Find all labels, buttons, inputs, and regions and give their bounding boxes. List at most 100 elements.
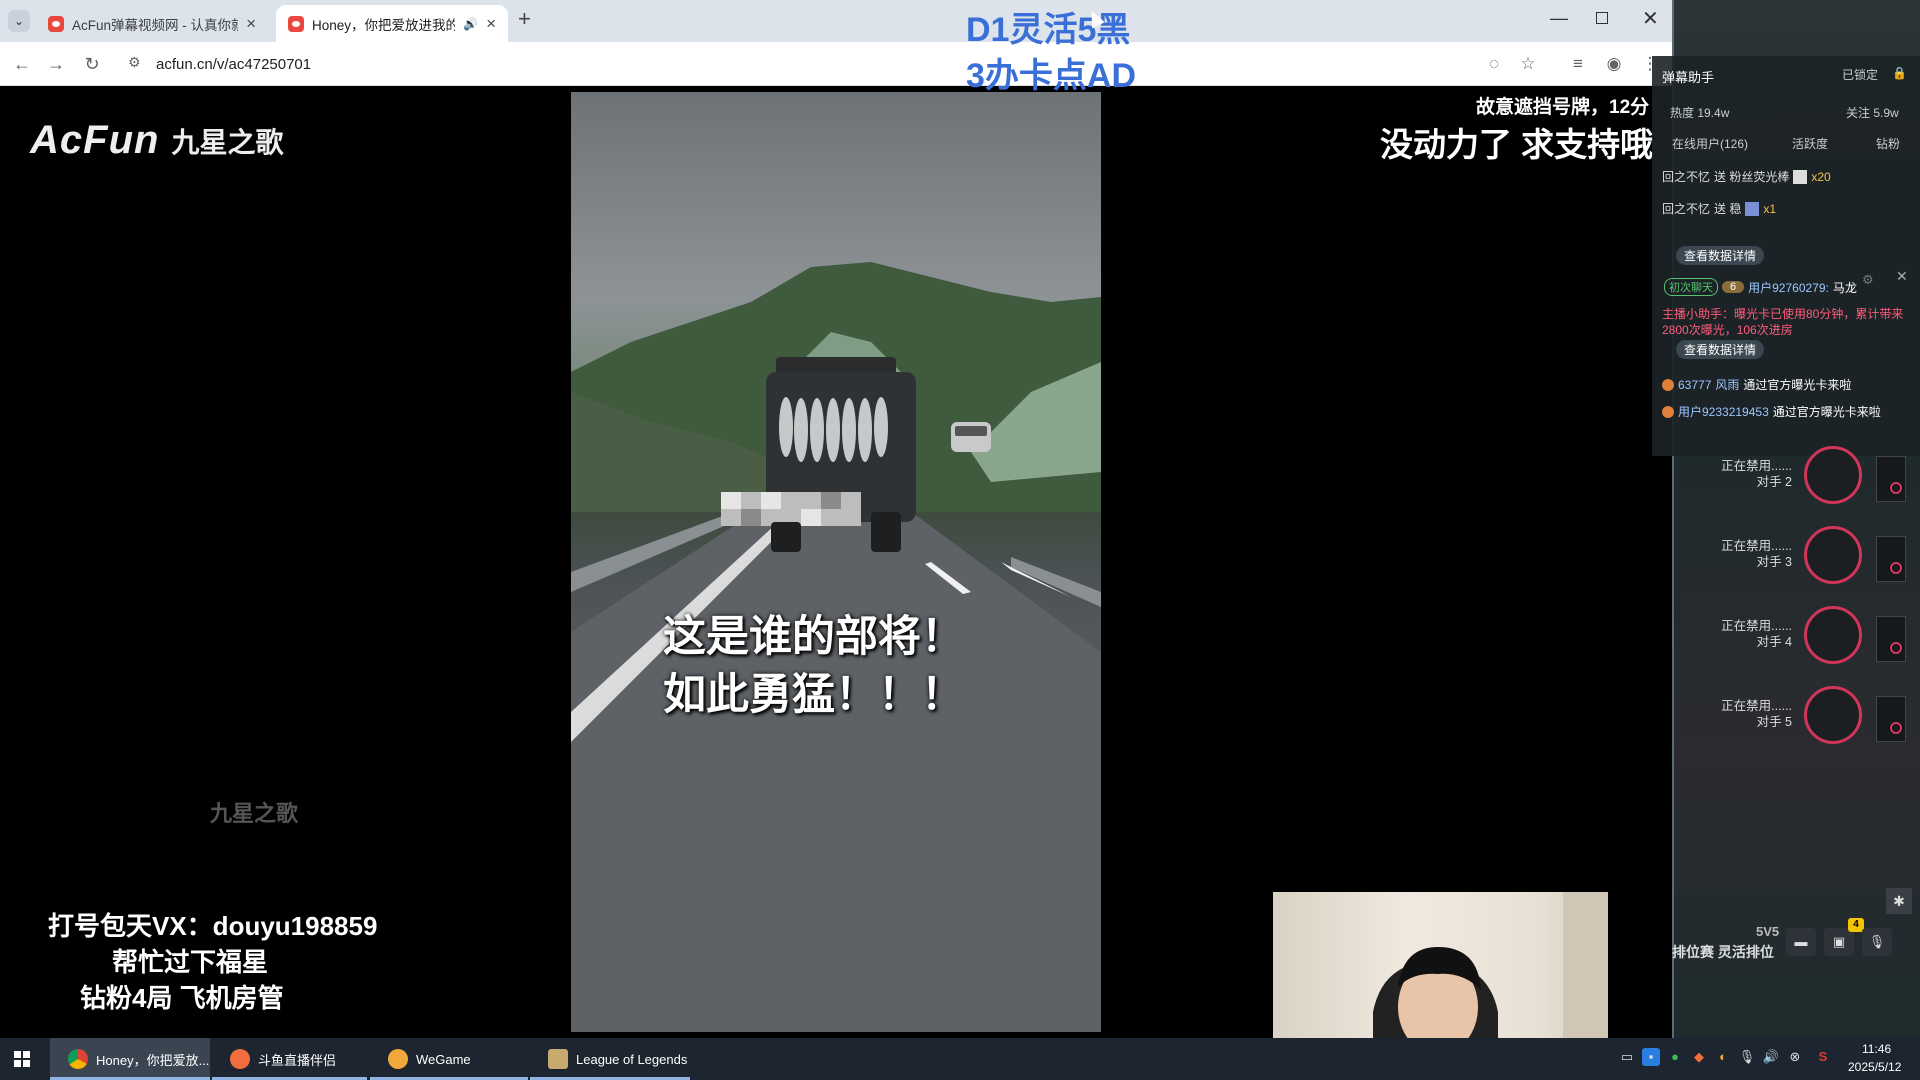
network-icon[interactable]: ▭ (1618, 1048, 1636, 1066)
overlay-title-line-2: 3办卡点AD (966, 57, 1137, 95)
tab-strip: ⌄ AcFun弹幕视频网 - 认真你就输 × Honey，你把爱放进我的心 🔊 … (0, 0, 1672, 42)
tray-mic-icon[interactable]: 🎙 (1738, 1048, 1756, 1066)
close-tab-icon[interactable]: × (246, 14, 256, 34)
overlay-vx-info: 打号包天VX：douyu198859 (48, 911, 378, 941)
address-bar[interactable]: ⚙ acfun.cn/v/ac47250701 (118, 48, 1538, 80)
clock-time[interactable]: 11:46 (1862, 1042, 1891, 1056)
tab-acfun-home[interactable]: AcFun弹幕视频网 - 认真你就输 × (36, 5, 268, 42)
tray-app-icon[interactable]: ▪ (1642, 1048, 1660, 1066)
tab-search-button[interactable]: ⌄ (8, 10, 30, 32)
taskbar-wegame[interactable]: WeGame (370, 1038, 528, 1080)
video-frame: 这是谁的部将！ 如此勇猛！！！ (571, 92, 1101, 1032)
ban-slot-box (1876, 536, 1906, 582)
volume-icon[interactable]: 🔊 (1762, 1048, 1780, 1066)
ban-status: 正在禁用...... 对手 2 (1721, 459, 1792, 489)
chat-icon[interactable]: ▬ (1786, 928, 1816, 956)
game-mode-5v5: 5V5 (1756, 924, 1780, 939)
ban-slot-5: 正在禁用...... 对手 5 (1680, 684, 1912, 756)
ban-slot-box (1876, 456, 1906, 502)
view-details-button[interactable]: 查看数据详情 (1676, 246, 1765, 265)
wegame-icon (388, 1049, 408, 1069)
activity-tab[interactable]: 活跃度 (1792, 135, 1828, 152)
reload-icon[interactable]: ↻ (80, 52, 104, 76)
league-icon (548, 1049, 568, 1069)
view-details-button-2[interactable]: 查看数据详情 (1676, 340, 1765, 359)
video-watermark: 九星之歌 (210, 801, 299, 826)
subtitle-line-1: 这是谁的部将！ (663, 613, 964, 661)
lock-status[interactable]: 已锁定 (1842, 66, 1878, 83)
close-tab-icon[interactable]: × (486, 14, 496, 34)
follow-count: 关注 5.9w (1846, 106, 1899, 120)
gift-icon (1745, 201, 1760, 216)
ban-slot-4: 正在禁用...... 对手 4 (1680, 604, 1912, 676)
site-info-icon[interactable]: ⚙ (128, 54, 141, 71)
close-window-button[interactable]: ✕ (1642, 6, 1659, 31)
ban-slot-2: 正在禁用...... 对手 2 (1680, 444, 1912, 516)
first-chat-badge: 初次聊天 (1664, 278, 1718, 296)
champion-ban-circle[interactable] (1804, 686, 1862, 744)
level-badge: 6 (1722, 281, 1745, 293)
danmu-assistant-panel: 弹幕助手 已锁定 🔒 热度 19.4w 关注 5.9w 在线用户(126) 活跃… (1652, 56, 1920, 456)
champion-ban-circle[interactable] (1804, 606, 1862, 664)
taskbar-chrome[interactable]: Honey，你把爱放... (50, 1038, 210, 1080)
ban-icon (1890, 722, 1902, 734)
speaker-icon[interactable]: 🔊 (463, 17, 478, 31)
microphone-icon[interactable]: 🎙 (1862, 928, 1892, 956)
tray-douyu-icon[interactable]: ◆ (1690, 1048, 1708, 1066)
ban-status: 正在禁用...... 对手 3 (1721, 539, 1792, 569)
chat-message: 初次聊天 6 用户92760279: 马龙 (1664, 278, 1857, 296)
gift-message-2: 回之不忆 送 稳 x1 (1662, 201, 1777, 216)
danmu-title: 弹幕助手 (1662, 70, 1715, 85)
ban-icon (1890, 482, 1902, 494)
url-text: acfun.cn/v/ac47250701 (156, 55, 312, 73)
maximize-button[interactable] (1596, 12, 1608, 24)
overlay-fuxing: 帮忙过下福星 (112, 947, 269, 977)
acfun-logo: AcFun 九星之歌 (30, 118, 284, 162)
diamond-fans-tab[interactable]: 钻粉 (1876, 135, 1900, 152)
ban-slot-box (1876, 616, 1906, 662)
entry-icon (1662, 378, 1674, 391)
tray-wegame-icon[interactable]: ◐ (1714, 1048, 1732, 1066)
clock-date[interactable]: 2025/5/12 (1848, 1060, 1901, 1074)
media-control-icon[interactable]: ≡ (1566, 52, 1590, 76)
acfun-favicon-icon (288, 15, 304, 32)
browser-toolbar: ← → ↻ ⚙ acfun.cn/v/ac47250701 ◌ ☆ ≡ ◉ ⋮ (0, 42, 1672, 86)
taskbar-league[interactable]: League of Legends (530, 1038, 690, 1080)
entry-message-2: 用户9233219453 通过官方曝光卡来啦 (1662, 403, 1881, 420)
settings-gear-icon[interactable]: ⚙ (1862, 272, 1874, 288)
input-method-icon[interactable]: S (1814, 1048, 1832, 1066)
tray-shield-icon[interactable]: ● (1666, 1048, 1684, 1066)
champion-ban-circle[interactable] (1804, 446, 1862, 504)
close-panel-icon[interactable]: ✕ (1896, 268, 1908, 285)
entry-message-1: 63777 风雨 通过官方曝光卡来啦 (1662, 376, 1851, 393)
ban-slot-3: 正在禁用...... 对手 3 (1680, 524, 1912, 596)
subtitle-line-2: 如此勇猛！！！ (663, 671, 964, 719)
overlay-title-line-1: D1灵活5黑 (966, 11, 1131, 49)
notification-icon[interactable]: ▣ (1824, 928, 1854, 956)
minimize-button[interactable]: — (1550, 8, 1568, 29)
eye-off-icon[interactable]: ◌ (1482, 52, 1506, 76)
highway-scene-image (571, 262, 1101, 1032)
windows-start-icon[interactable] (14, 1051, 30, 1067)
profile-icon[interactable]: ◉ (1602, 52, 1626, 76)
taskbar-douyu[interactable]: 斗鱼直播伴侣 (212, 1038, 367, 1080)
tab-honey-video[interactable]: Honey，你把爱放进我的心 🔊 × (276, 5, 508, 42)
tray-close-icon[interactable]: ⊗ (1786, 1048, 1804, 1066)
ban-status: 正在禁用...... 对手 4 (1721, 619, 1792, 649)
assistant-message: 主播小助手：曝光卡已使用80分钟，累计带来2800次曝光，106次进房 (1662, 307, 1904, 337)
new-tab-button[interactable]: + (518, 6, 531, 32)
online-users-tab[interactable]: 在线用户(126) (1672, 135, 1748, 152)
bookmark-star-icon[interactable]: ☆ (1516, 52, 1540, 76)
gift-message-1: 回之不忆 送 粉丝荧光棒 x20 (1662, 169, 1831, 184)
ban-icon (1890, 562, 1902, 574)
forward-icon[interactable]: → (44, 52, 68, 76)
ban-status: 正在禁用...... 对手 5 (1721, 699, 1792, 729)
bug-icon[interactable]: ✱ (1886, 888, 1912, 914)
lock-icon[interactable]: 🔒 (1892, 66, 1907, 80)
chat-username[interactable]: 用户92760279: (1748, 279, 1829, 296)
entry-icon (1662, 405, 1674, 418)
champion-ban-circle[interactable] (1804, 526, 1862, 584)
douyu-icon (230, 1049, 250, 1069)
game-mode-ranked: 排位赛 灵活排位 (1672, 944, 1774, 960)
back-icon[interactable]: ← (10, 52, 34, 76)
